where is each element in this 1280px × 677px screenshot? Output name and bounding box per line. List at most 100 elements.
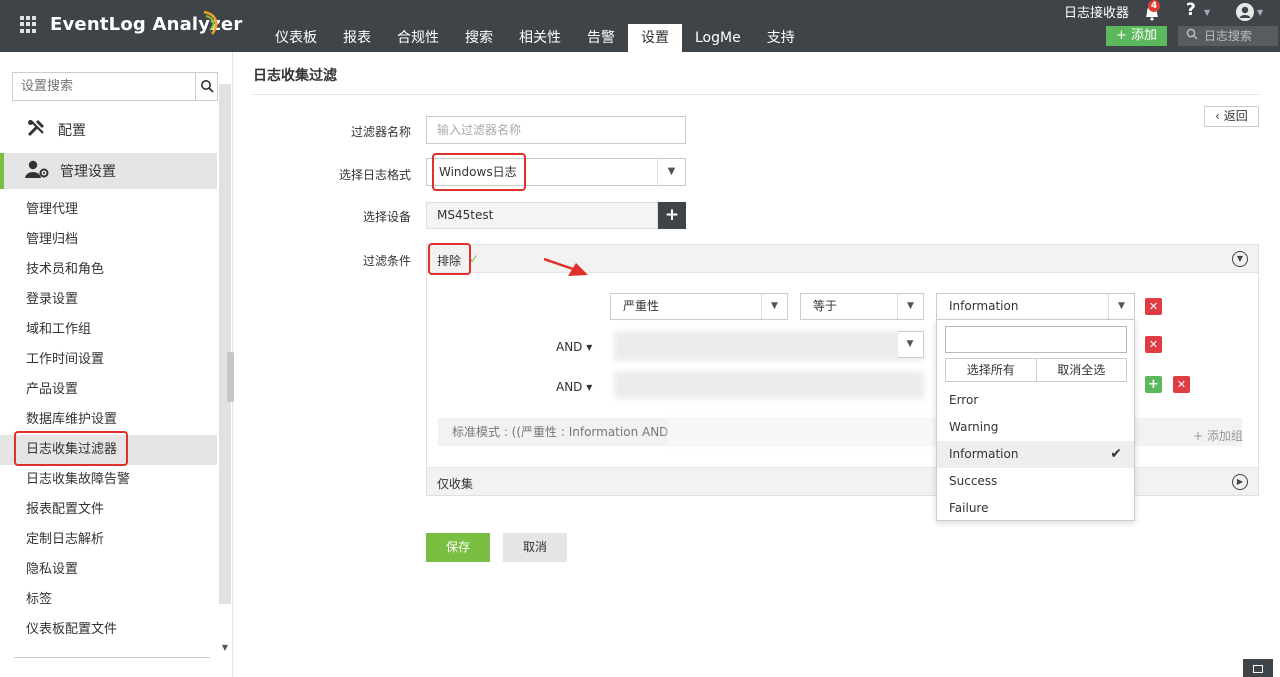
tools-icon <box>26 118 46 143</box>
condition-operator-select-2[interactable]: ▼ <box>898 331 924 358</box>
sidebar-item-custom-log-parser[interactable]: 定制日志解析 <box>0 525 217 555</box>
sidebar-item-privacy-settings[interactable]: 隐私设置 <box>0 555 217 585</box>
condition-operator-value: 等于 <box>813 299 838 313</box>
help-caret-icon[interactable]: ▼ <box>1204 8 1210 17</box>
app-grid-icon[interactable] <box>20 15 38 34</box>
chevron-down-icon[interactable]: ▼ <box>657 159 685 185</box>
sidebar-item-log-collection-filter[interactable]: 日志收集过滤器 <box>0 435 217 465</box>
user-icon <box>1239 6 1251 18</box>
add-group-button[interactable]: + 添加组 <box>1193 427 1243 444</box>
scroll-down-icon[interactable]: ▼ <box>219 643 231 652</box>
condition-value-select[interactable]: Information ▼ <box>936 293 1135 320</box>
plus-icon: + <box>1115 28 1131 43</box>
nav-compliance[interactable]: 合规性 <box>384 24 452 52</box>
sidebar-item-domains-workgroups[interactable]: 域和工作组 <box>0 315 217 345</box>
back-button[interactable]: ‹ 返回 <box>1204 106 1259 127</box>
nav-alerts[interactable]: 告警 <box>574 24 628 52</box>
sidebar-item-technicians-roles[interactable]: 技术员和角色 <box>0 255 217 285</box>
nav-search[interactable]: 搜索 <box>452 24 506 52</box>
nav-dashboard[interactable]: 仪表板 <box>262 24 330 52</box>
dropdown-option-warning[interactable]: Warning <box>937 414 1134 441</box>
log-search-input[interactable]: 日志搜索 <box>1178 26 1278 46</box>
nav-support[interactable]: 支持 <box>754 24 808 52</box>
user-caret-icon[interactable]: ▼ <box>1257 8 1263 17</box>
sidebar-item-report-profiles[interactable]: 报表配置文件 <box>0 495 217 525</box>
delete-condition-button[interactable]: ✕ <box>1145 336 1162 353</box>
log-format-label: 选择日志格式 <box>338 168 411 182</box>
add-button[interactable]: + 添加 <box>1106 26 1167 46</box>
nav-correlation[interactable]: 相关性 <box>506 24 574 52</box>
sidebar-divider <box>14 657 210 658</box>
chat-icon[interactable] <box>1243 659 1273 677</box>
add-device-button[interactable]: + <box>658 202 686 229</box>
add-condition-button[interactable]: + <box>1145 376 1162 393</box>
back-button-label: 返回 <box>1223 109 1248 123</box>
logo-swoosh-icon <box>203 10 218 35</box>
condition-field-select[interactable]: 严重性 ▼ <box>610 293 788 320</box>
sidebar-admin-settings[interactable]: 管理设置 <box>0 153 217 189</box>
collect-only-label: 仅收集 <box>437 477 474 491</box>
condition-value-text: Information <box>949 299 1019 313</box>
expand-chevron-icon[interactable]: ▶ <box>1232 474 1248 490</box>
delete-condition-button[interactable]: ✕ <box>1173 376 1190 393</box>
dropdown-option-failure[interactable]: Failure <box>937 495 1134 522</box>
and-operator-select[interactable]: AND ▾ <box>556 380 592 394</box>
sidebar-item-dashboard-profiles[interactable]: 仪表板配置文件 <box>0 615 217 645</box>
chevron-down-icon[interactable]: ▼ <box>1108 294 1134 319</box>
arrow-annotation-icon <box>544 257 588 276</box>
settings-search <box>12 72 218 101</box>
sidebar-item-manage-archives[interactable]: 管理归档 <box>0 225 217 255</box>
save-button[interactable]: 保存 <box>426 533 490 562</box>
notification-badge: 4 <box>1148 0 1160 12</box>
chevron-down-icon[interactable]: ▼ <box>897 294 923 319</box>
chevron-down-icon: ▾ <box>586 380 593 394</box>
deselect-all-button[interactable]: 取消全选 <box>1035 359 1126 381</box>
sidebar-item-working-hours[interactable]: 工作时间设置 <box>0 345 217 375</box>
sidebar-item-db-maintenance[interactable]: 数据库维护设置 <box>0 405 217 435</box>
dropdown-option-information[interactable]: Information ✔ <box>937 441 1134 468</box>
dropdown-search-input[interactable] <box>945 326 1127 353</box>
check-icon: ✓ <box>469 252 480 266</box>
log-format-select[interactable]: Windows日志 ▼ <box>426 158 686 186</box>
add-button-label: 添加 <box>1131 28 1158 43</box>
condition-operator-select[interactable]: 等于 ▼ <box>800 293 924 320</box>
log-receiver-link[interactable]: 日志接收器 <box>1064 2 1129 21</box>
settings-search-input[interactable] <box>13 73 197 100</box>
chevron-down-icon[interactable]: ▼ <box>897 332 923 357</box>
sidebar-item-manage-agents[interactable]: 管理代理 <box>0 195 217 225</box>
sidebar-item-product-settings[interactable]: 产品设置 <box>0 375 217 405</box>
filter-name-input[interactable]: 输入过滤器名称 <box>426 116 686 144</box>
nav-logme[interactable]: LogMe <box>682 24 754 52</box>
sidebar-item-log-collection-failure-alert[interactable]: 日志收集故障告警 <box>0 465 217 495</box>
help-icon[interactable]: ? <box>1186 0 1196 20</box>
sidebar-item-tags[interactable]: 标签 <box>0 585 217 615</box>
device-field[interactable]: MS45test <box>426 202 658 229</box>
filter-name-label: 过滤器名称 <box>350 125 411 139</box>
select-all-button[interactable]: 选择所有 <box>946 359 1036 381</box>
sidebar-config[interactable]: 配置 <box>0 110 217 150</box>
log-search-label: 日志搜索 <box>1204 29 1253 43</box>
notification-bell[interactable]: 4 <box>1141 0 1163 22</box>
cancel-button[interactable]: 取消 <box>503 533 567 562</box>
dropdown-option-error[interactable]: Error <box>937 387 1134 414</box>
settings-search-button[interactable] <box>195 73 217 100</box>
sidebar-scrollbar[interactable] <box>219 84 231 604</box>
top-bar: EventLog Analyzer 仪表板 报表 合规性 搜索 相关性 告警 设… <box>0 0 1280 52</box>
sidebar-admin-settings-label: 管理设置 <box>60 164 116 180</box>
user-gear-icon <box>24 159 50 183</box>
dropdown-option-success[interactable]: Success <box>937 468 1134 495</box>
app-logo[interactable]: EventLog Analyzer <box>20 10 242 35</box>
delete-condition-button[interactable]: ✕ <box>1145 298 1162 315</box>
dropdown-bulk-actions: 选择所有 取消全选 <box>945 358 1127 382</box>
sidebar-item-login-settings[interactable]: 登录设置 <box>0 285 217 315</box>
severity-dropdown: 选择所有 取消全选 Error Warning Information ✔ Su… <box>936 319 1135 521</box>
collapse-chevron-icon[interactable]: ▼ <box>1232 251 1248 267</box>
exclude-label: 排除 <box>437 254 462 268</box>
nav-settings[interactable]: 设置 <box>628 24 682 52</box>
chevron-down-icon[interactable]: ▼ <box>761 294 787 319</box>
sidebar-collapse-handle[interactable] <box>227 352 234 402</box>
checkmark-icon: ✔ <box>1110 446 1122 462</box>
and-operator-select[interactable]: AND ▾ <box>556 340 592 354</box>
nav-reports[interactable]: 报表 <box>330 24 384 52</box>
user-avatar[interactable] <box>1236 3 1254 21</box>
